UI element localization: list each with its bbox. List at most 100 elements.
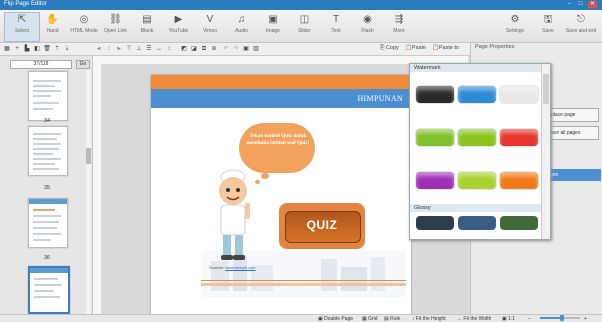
panel-title: Page Properties: [475, 44, 515, 50]
thumbnail-page-34[interactable]: [28, 71, 68, 121]
redo-icon[interactable]: ↷: [232, 45, 240, 53]
paste-button[interactable]: 📋Paste: [405, 45, 426, 51]
close-button[interactable]: ✕: [588, 1, 597, 8]
rule-toggle[interactable]: ▤ Rule: [384, 316, 400, 322]
ribbon-button-label: Settings: [505, 28, 525, 34]
delete-icon[interactable]: 🗑: [43, 45, 51, 53]
settings-button[interactable]: ⚙ Settings: [498, 13, 532, 41]
double-page-toggle[interactable]: ▣ Double Page: [318, 316, 353, 322]
align-center-icon[interactable]: ⫶: [105, 45, 113, 53]
add-icon[interactable]: +: [13, 45, 21, 53]
move-down-icon[interactable]: ⇣: [63, 45, 71, 53]
align-icon[interactable]: ▙: [23, 45, 31, 53]
footer-divider: [201, 280, 406, 281]
text-button[interactable]: T Text: [319, 13, 353, 41]
ribbon-button-label: Vimeo: [202, 28, 218, 34]
grid-icon[interactable]: ▦: [3, 45, 11, 53]
thumbnail-page-36[interactable]: [28, 198, 68, 248]
vimeo-button[interactable]: V Vimeo: [193, 13, 227, 41]
move-up-icon[interactable]: ⇡: [53, 45, 61, 53]
send-back-icon[interactable]: ◪: [190, 45, 198, 53]
ungroup-icon[interactable]: ⧈: [210, 45, 218, 53]
same-height-icon[interactable]: ↕: [165, 45, 173, 53]
zoom-out-icon[interactable]: −: [528, 316, 531, 322]
thumbnail-page-37[interactable]: [28, 266, 70, 314]
fit-height-button[interactable]: ↕ Fit the Height: [412, 316, 446, 322]
ribbon-button-label: Save and exit: [565, 28, 597, 34]
maximize-button[interactable]: □: [576, 1, 585, 8]
paste-to-button[interactable]: 📋Paste to: [432, 45, 459, 51]
save-button[interactable]: 🖫 Save: [531, 13, 565, 41]
align-left-icon[interactable]: ⫷: [95, 45, 103, 53]
actual-size-button[interactable]: ▣ 1:1: [502, 316, 515, 322]
thumbnail-scrollbar[interactable]: [86, 70, 91, 314]
replace-page-button[interactable]: place page: [547, 108, 599, 122]
popup-scrollbar[interactable]: [541, 64, 550, 239]
distribute-icon[interactable]: ☰: [145, 45, 153, 53]
glossy-swatch[interactable]: [416, 216, 454, 230]
lock-icon[interactable]: ▣: [242, 45, 250, 53]
youtube-button[interactable]: ▶ YouTube: [162, 13, 196, 41]
ribbon-button-label: Text: [331, 28, 341, 34]
pages-tab[interactable]: ges: [547, 169, 601, 181]
align-bottom-icon[interactable]: ⊥: [135, 45, 143, 53]
vimeo-icon: V: [206, 14, 214, 25]
undo-icon[interactable]: ↶: [222, 45, 230, 53]
flip-page[interactable]: HIMPUNAN Sumber: www.freepik.com Tekan t…: [151, 75, 411, 314]
watermark-swatch[interactable]: [416, 129, 454, 146]
watermark-swatch[interactable]: [500, 172, 538, 189]
hand-button[interactable]: ✋ Hand: [36, 13, 70, 41]
paste-to-icon: 📋: [432, 45, 439, 51]
glossy-swatch[interactable]: [500, 216, 538, 230]
align-right-icon[interactable]: ⫸: [115, 45, 123, 53]
replace-all-pages-button[interactable]: ace all pages: [547, 126, 599, 140]
watermark-swatch[interactable]: [416, 86, 454, 103]
ribbon-button-label: Blank: [140, 28, 154, 34]
watermark-swatch[interactable]: [458, 86, 496, 103]
select-icon: ⇱: [17, 14, 27, 25]
audio-icon: ♫: [237, 14, 246, 25]
same-width-icon[interactable]: ↔: [155, 45, 163, 53]
zoom-in-icon[interactable]: +: [584, 316, 587, 322]
minimize-button[interactable]: –: [565, 1, 574, 8]
save-and-exit-button[interactable]: ⎋ Save and exit: [564, 13, 598, 41]
save-exit-icon: ⎋: [577, 14, 585, 25]
image-icon: ▣: [268, 14, 278, 25]
page-thumbnails-panel: 37/118 Go 34 35 36: [0, 56, 93, 314]
watermark-swatch[interactable]: [458, 172, 496, 189]
watermark-swatch[interactable]: [416, 172, 454, 189]
fit-width-button[interactable]: ↔ Fit the Width: [457, 316, 491, 322]
copy-page-icon[interactable]: ◧: [33, 45, 41, 53]
speech-cloud-bubble: [261, 173, 269, 179]
watermark-swatch[interactable]: [500, 86, 538, 103]
hand-icon: ✋: [46, 14, 59, 25]
watermark-section-header: Watermark: [410, 64, 546, 72]
open-link-button[interactable]: ⛓ Open Link: [99, 13, 133, 41]
more-button[interactable]: ⇶ More: [382, 13, 416, 41]
thumbnail-page-35[interactable]: [28, 126, 68, 176]
glossy-section-header: Glossy: [410, 204, 546, 212]
audio-button[interactable]: ♫ Audio: [225, 13, 259, 41]
bring-front-icon[interactable]: ◩: [180, 45, 188, 53]
group-icon[interactable]: ⧉: [200, 45, 208, 53]
watermark-swatch[interactable]: [500, 129, 538, 146]
go-button[interactable]: Go: [76, 60, 90, 69]
preview-icon[interactable]: ▥: [252, 45, 260, 53]
watermark-swatch[interactable]: [458, 129, 496, 146]
text-icon: T: [332, 14, 340, 25]
ribbon-button-label: YouTube: [168, 28, 189, 34]
html-mode-button[interactable]: ◎ HTML Mode: [67, 13, 101, 41]
zoom-slider-knob[interactable]: [560, 315, 564, 321]
html-mode-icon: ◎: [79, 14, 89, 25]
blank-button[interactable]: ▤ Blank: [130, 13, 164, 41]
flash-button[interactable]: ◉ Flash: [351, 13, 385, 41]
image-button[interactable]: ▣ Image: [256, 13, 290, 41]
page-number-input[interactable]: 37/118: [10, 60, 72, 69]
ribbon-button-label: Select: [15, 28, 29, 34]
grid-toggle[interactable]: ▦ Grid: [362, 316, 378, 322]
slider-button[interactable]: ◫ Slider: [288, 13, 322, 41]
speech-cloud: [239, 123, 315, 173]
glossy-swatch[interactable]: [458, 216, 496, 230]
align-top-icon[interactable]: ⊤: [125, 45, 133, 53]
copy-button[interactable]: ⎘ Copy: [380, 45, 399, 52]
